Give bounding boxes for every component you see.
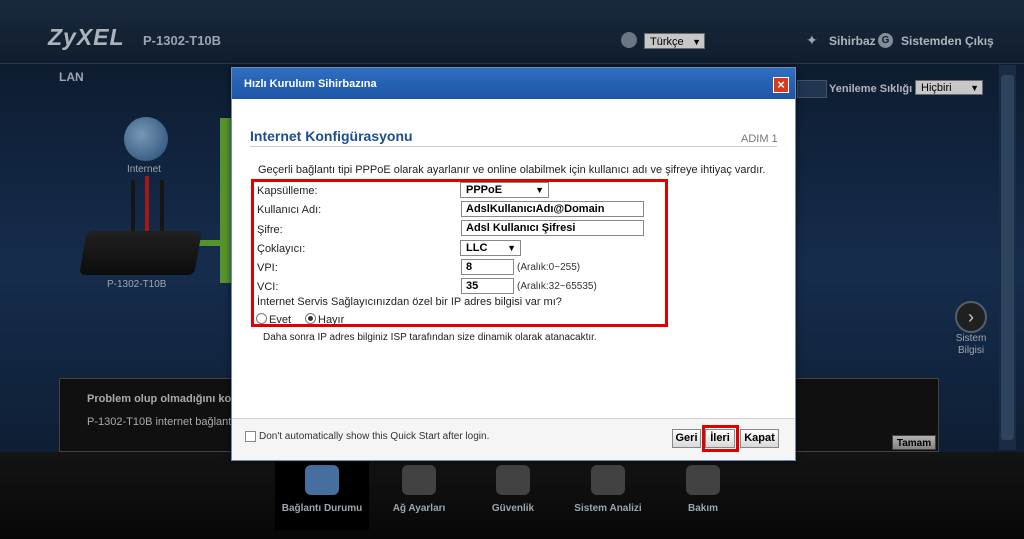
multiplexer-label: Çoklayıcı: — [257, 243, 306, 255]
vpi-input[interactable]: 8 — [461, 259, 514, 275]
back-button[interactable]: Geri — [672, 429, 701, 448]
no-radio[interactable] — [305, 313, 316, 324]
close-button[interactable]: Kapat — [740, 429, 779, 448]
quick-start-wizard-dialog: Hızlı Kurulum Sihirbazına × Internet Kon… — [231, 67, 796, 461]
username-input[interactable]: AdslKullanıcıAdı@Domain — [461, 201, 644, 217]
encapsulation-select[interactable]: PPPoE ▼ — [460, 182, 549, 198]
chevron-down-icon: ▼ — [507, 243, 516, 253]
dont-show-label[interactable]: Don't automatically show this Quick Star… — [259, 431, 489, 442]
vpi-range-hint: (Aralık:0~255) — [517, 262, 581, 273]
intro-text: Geçerli bağlantı tipi PPPoE olarak ayarl… — [258, 164, 766, 176]
next-button[interactable]: İleri — [705, 429, 735, 448]
vci-label: VCI: — [257, 281, 279, 293]
multiplexer-select[interactable]: LLC ▼ — [460, 240, 521, 256]
close-icon[interactable]: × — [773, 77, 789, 93]
encapsulation-value: PPPoE — [466, 184, 503, 196]
yes-radio[interactable] — [256, 313, 267, 324]
static-ip-question: İnternet Servis Sağlayıcınızdan özel bir… — [257, 296, 562, 308]
step-title: Internet Konfigürasyonu — [250, 128, 413, 144]
dialog-title: Hızlı Kurulum Sihirbazına — [244, 78, 377, 90]
dialog-titlebar: Hızlı Kurulum Sihirbazına × — [232, 68, 795, 99]
multiplexer-value: LLC — [466, 242, 488, 254]
step-number: ADIM 1 — [741, 133, 778, 145]
vci-input[interactable]: 35 — [461, 278, 514, 294]
encapsulation-label: Kapsülleme: — [257, 185, 318, 197]
chevron-down-icon: ▼ — [535, 185, 544, 195]
username-label: Kullanıcı Adı: — [257, 204, 322, 216]
divider — [250, 146, 777, 147]
password-label: Şifre: — [257, 224, 283, 236]
yes-radio-label[interactable]: Evet — [269, 314, 291, 326]
dynamic-ip-note: Daha sonra IP adres bilginiz ISP tarafın… — [263, 332, 597, 343]
vci-range-hint: (Aralık:32~65535) — [517, 281, 597, 292]
password-input[interactable]: Adsl Kullanıcı Şifresi — [461, 220, 644, 236]
dont-show-checkbox[interactable] — [245, 431, 256, 442]
no-radio-label[interactable]: Hayır — [318, 314, 344, 326]
vpi-label: VPI: — [257, 262, 278, 274]
